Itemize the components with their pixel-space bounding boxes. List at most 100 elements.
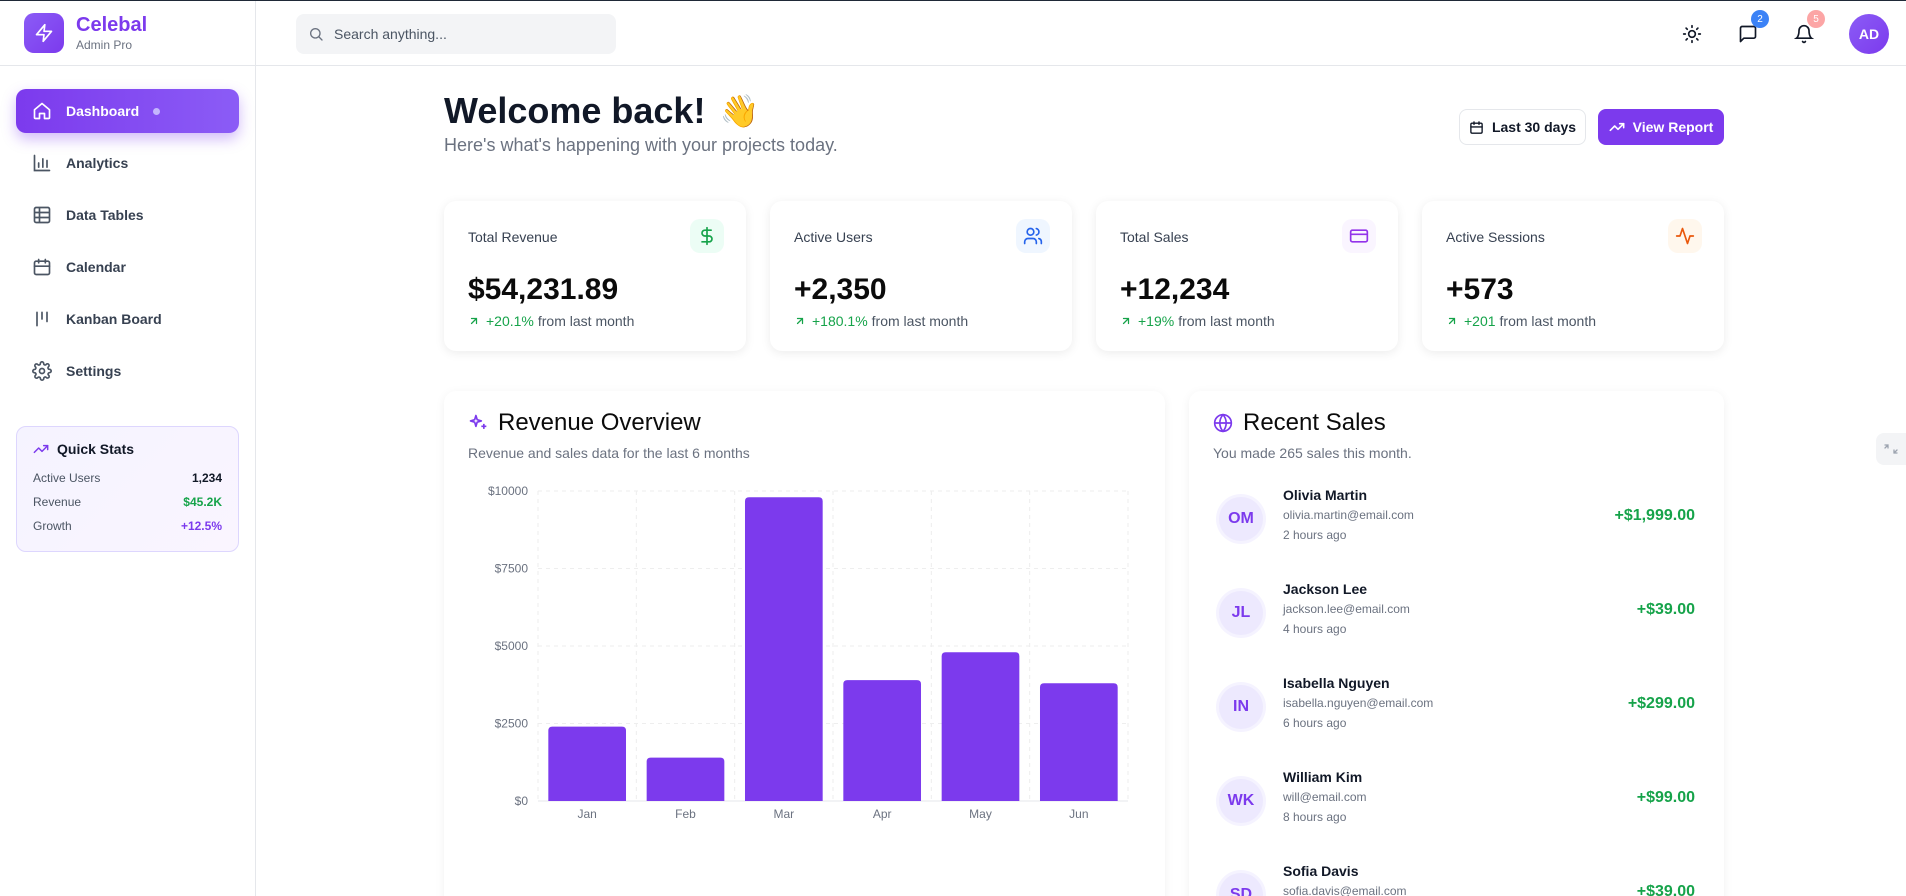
- quick-stats-card: Quick Stats Active Users 1,234 Revenue $…: [16, 426, 239, 552]
- brand-name: Celebal: [76, 14, 148, 36]
- sale-customer-name: Olivia Martin: [1283, 487, 1368, 503]
- chart-bar: [548, 726, 627, 801]
- sale-item[interactable]: WK William Kim will@email.com 8 hours ag…: [1219, 769, 1695, 829]
- sidebar-item-label: Analytics: [66, 155, 129, 171]
- y-tick-label: $10000: [488, 484, 528, 498]
- notifications-badge: 5: [1807, 10, 1825, 28]
- sidebar-item-label: Settings: [66, 363, 122, 379]
- quick-stat-row: Growth +12.5%: [33, 514, 222, 538]
- lightning-icon[interactable]: [24, 13, 64, 53]
- quick-stat-label: Active Users: [33, 471, 101, 485]
- stat-value: +573: [1446, 273, 1514, 306]
- waving-hand-icon: 👋: [719, 93, 760, 129]
- recent-sales-description: You made 265 sales this month.: [1213, 445, 1412, 461]
- sidebar-item-label: Dashboard: [66, 103, 140, 119]
- sale-time: 2 hours ago: [1283, 528, 1347, 542]
- stat-change: +19% from last month: [1120, 313, 1374, 329]
- quick-stat-label: Revenue: [33, 495, 82, 509]
- sun-icon: [1682, 24, 1702, 44]
- quick-stats-title: Quick Stats: [33, 441, 222, 457]
- sidebar-item-label: Data Tables: [66, 207, 144, 223]
- avatar: SD: [1219, 873, 1263, 896]
- x-tick-label: Mar: [773, 807, 794, 821]
- users-icon: [1016, 219, 1050, 253]
- sidebar-item-dashboard[interactable]: Dashboard: [16, 89, 239, 133]
- sidebar-item-calendar[interactable]: Calendar: [16, 245, 239, 289]
- sale-item[interactable]: JL Jackson Lee jackson.lee@email.com 4 h…: [1219, 581, 1695, 641]
- welcome-section: Welcome back! 👋 Here's what's happening …: [444, 89, 838, 156]
- sidebar-item-kanban[interactable]: Kanban Board: [16, 297, 239, 341]
- sale-customer-name: Isabella Nguyen: [1283, 675, 1390, 691]
- kanban-icon: [32, 309, 52, 329]
- sale-customer-email: olivia.martin@email.com: [1283, 508, 1414, 522]
- chart-bar: [646, 757, 725, 801]
- sidebar-item-data-tables[interactable]: Data Tables: [16, 193, 239, 237]
- date-range-button[interactable]: Last 30 days: [1459, 109, 1586, 145]
- side-drawer-toggle[interactable]: [1876, 433, 1906, 465]
- quick-stat-value: +12.5%: [180, 519, 222, 533]
- stat-change: +201 from last month: [1446, 313, 1700, 329]
- search-box[interactable]: [296, 14, 616, 54]
- avatar: IN: [1219, 685, 1263, 729]
- sale-item[interactable]: IN Isabella Nguyen isabella.nguyen@email…: [1219, 675, 1695, 735]
- x-tick-label: May: [969, 807, 992, 821]
- sale-amount: +$299.00: [1627, 695, 1695, 712]
- arrow-up-right-icon: [468, 315, 480, 327]
- sale-customer-email: isabella.nguyen@email.com: [1283, 696, 1434, 710]
- sale-amount: +$39.00: [1636, 601, 1695, 618]
- sidebar-item-analytics[interactable]: Analytics: [16, 141, 239, 185]
- stat-card-sales: Total Sales +12,234 +19% from last month: [1096, 201, 1398, 351]
- x-tick-label: Jun: [1069, 807, 1088, 821]
- x-tick-label: Jan: [577, 807, 596, 821]
- gear-icon: [32, 361, 52, 381]
- arrow-up-right-icon: [1120, 315, 1132, 327]
- sale-customer-name: Jackson Lee: [1283, 581, 1368, 597]
- avatar: OM: [1219, 497, 1263, 541]
- credit-card-icon: [1342, 219, 1376, 253]
- view-report-button[interactable]: View Report: [1598, 109, 1724, 145]
- brand-subtitle: Admin Pro: [76, 38, 133, 52]
- calendar-icon: [32, 257, 52, 277]
- user-avatar[interactable]: AD: [1849, 14, 1889, 54]
- trending-up-icon: [1609, 119, 1633, 135]
- theme-toggle-button[interactable]: [1676, 18, 1708, 50]
- stat-card-revenue: Total Revenue $54,231.89 +20.1% from las…: [444, 201, 746, 351]
- calendar-icon: [1469, 120, 1492, 135]
- sale-time: 6 hours ago: [1283, 716, 1347, 730]
- sale-amount: +$99.00: [1636, 789, 1695, 806]
- activity-icon: [1668, 219, 1702, 253]
- x-tick-label: Feb: [675, 807, 696, 821]
- sidebar-item-settings[interactable]: Settings: [16, 349, 239, 393]
- sale-item[interactable]: SD Sofia Davis sofia.davis@email.com +$3…: [1219, 863, 1695, 896]
- stat-card-users: Active Users +2,350 +180.1% from last mo…: [770, 201, 1072, 351]
- dollar-icon: [690, 219, 724, 253]
- y-tick-label: $5000: [495, 639, 529, 653]
- arrow-up-right-icon: [1446, 315, 1458, 327]
- y-tick-label: $0: [515, 794, 529, 808]
- y-tick-label: $2500: [495, 717, 529, 731]
- sale-time: 8 hours ago: [1283, 810, 1347, 824]
- y-tick-label: $7500: [495, 562, 529, 576]
- brand: Celebal Admin Pro: [0, 1, 255, 66]
- sale-customer-name: William Kim: [1283, 769, 1363, 785]
- search-input[interactable]: [334, 26, 604, 42]
- chart-bar: [1039, 683, 1118, 801]
- revenue-description: Revenue and sales data for the last 6 mo…: [468, 445, 750, 461]
- notifications-button[interactable]: 5: [1788, 10, 1825, 50]
- sale-customer-email: jackson.lee@email.com: [1283, 602, 1410, 616]
- quick-stat-row: Active Users 1,234: [33, 466, 222, 490]
- sidebar-item-label: Kanban Board: [66, 311, 162, 327]
- sale-item[interactable]: OM Olivia Martin olivia.martin@email.com…: [1219, 487, 1695, 547]
- sale-customer-email: will@email.com: [1283, 790, 1367, 804]
- collapse-icon: [1883, 443, 1899, 455]
- messages-button[interactable]: 2: [1732, 10, 1769, 50]
- home-icon: [32, 101, 52, 121]
- sale-amount: +$39.00: [1636, 883, 1695, 896]
- recent-sales-card: Recent Sales You made 265 sales this mon…: [1189, 391, 1724, 896]
- stat-value: +12,234: [1120, 273, 1230, 306]
- avatar: WK: [1219, 779, 1263, 823]
- arrow-up-right-icon: [794, 315, 806, 327]
- quick-stat-row: Revenue $45.2K: [33, 490, 222, 514]
- globe-icon: [1213, 413, 1243, 433]
- quick-stat-value: $45.2K: [183, 495, 222, 509]
